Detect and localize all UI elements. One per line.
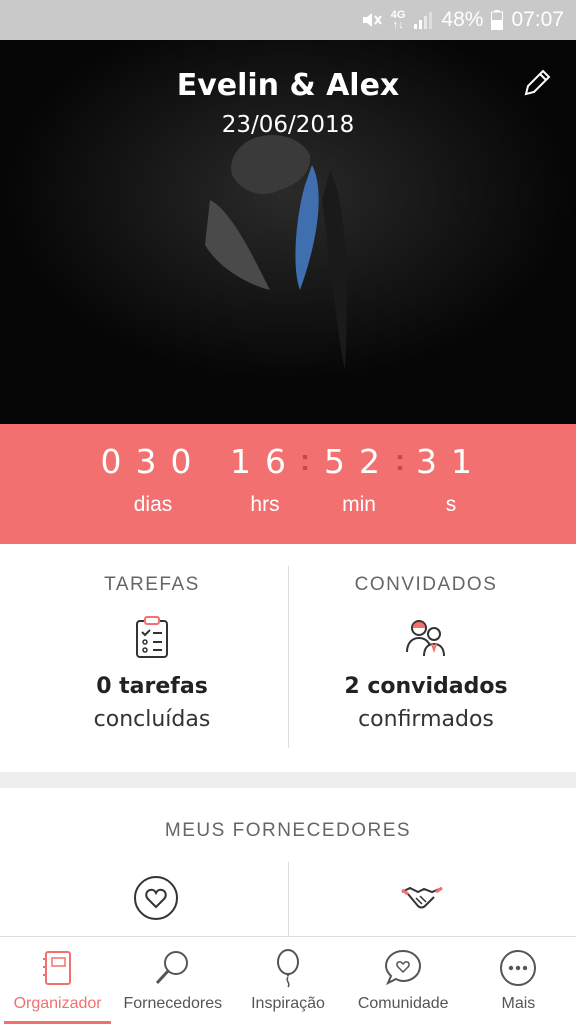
countdown-days: 030 dias (98, 442, 208, 517)
days-label: dias (133, 493, 173, 516)
handshake-icon[interactable] (398, 874, 446, 922)
countdown-hours: 16 hrs (228, 442, 302, 517)
battery-icon (491, 10, 504, 30)
nav-fornecedores[interactable]: Fornecedores (115, 937, 230, 1024)
heart-circle-icon[interactable] (132, 874, 180, 922)
minutes-value: 52 (324, 442, 394, 481)
balloon-icon (277, 949, 299, 988)
nav-inspiracao[interactable]: Inspiração (230, 937, 345, 1024)
pencil-icon (524, 69, 551, 96)
nav-label: Organizador (13, 995, 102, 1012)
countdown-banner: 030 dias 16 hrs : 52 min : 31 s (0, 424, 576, 544)
nav-label: Inspiração (251, 995, 325, 1012)
nav-label: Mais (501, 995, 536, 1012)
status-time: 07:07 (511, 8, 564, 31)
battery-percent: 48% (441, 8, 484, 31)
edit-button[interactable] (520, 66, 554, 100)
nav-mais[interactable]: Mais (461, 937, 576, 1024)
seconds-label: s (445, 493, 457, 516)
providers-divider (288, 862, 289, 936)
providers-section: MEUS FORNECEDORES (0, 788, 576, 936)
mute-icon (361, 10, 383, 30)
days-value: 030 (100, 442, 206, 481)
clipboard-checklist-icon (136, 616, 168, 658)
guests-couple-icon (406, 620, 445, 657)
guests-title: CONVIDADOS (354, 574, 498, 595)
tasks-card[interactable]: TAREFAS 0 tarefas concluídas (8, 544, 296, 772)
seconds-value: 31 (416, 442, 486, 481)
planner-book-icon (42, 951, 71, 985)
nav-label: Comunidade (357, 995, 449, 1012)
section-divider (0, 772, 576, 788)
minutes-label: min (342, 493, 376, 516)
nav-label: Fornecedores (123, 995, 223, 1012)
hero-cover-photo[interactable]: Evelin & Alex 23/06/2018 (0, 40, 576, 424)
network-type: 4G ↑↓ (391, 10, 406, 31)
summary-stats: TAREFAS 0 tarefas concluídas CONVIDADOS … (0, 544, 576, 772)
more-dots-icon (500, 950, 537, 986)
guests-card[interactable]: CONVIDADOS 2 convidados confirmados (282, 544, 570, 772)
couple-names: Evelin & Alex (176, 68, 400, 103)
guests-sub: confirmados (358, 707, 494, 732)
signal-icon (413, 10, 433, 30)
chat-heart-icon (385, 949, 422, 986)
bottom-nav: Organizador Fornecedores Inspiração Comu… (0, 936, 576, 1024)
countdown-minutes: 52 min (322, 442, 396, 517)
countdown-seconds: 31 s (416, 442, 486, 517)
nav-comunidade[interactable]: Comunidade (346, 937, 461, 1024)
hours-minutes-separator: : (300, 444, 310, 477)
nav-organizador[interactable]: Organizador (0, 937, 115, 1024)
network-arrows: ↑↓ (392, 19, 404, 31)
status-bar: 4G ↑↓ 48% 07:07 (0, 0, 576, 40)
tasks-value: 0 tarefas (96, 674, 208, 699)
tasks-sub: concluídas (93, 707, 211, 732)
tasks-title: TAREFAS (104, 574, 200, 595)
wedding-date: 23/06/2018 (221, 112, 355, 138)
hours-value: 16 (230, 442, 300, 481)
guests-value: 2 convidados (344, 674, 508, 699)
providers-title: MEUS FORNECEDORES (164, 820, 412, 841)
magnifier-icon (155, 951, 188, 985)
hours-label: hrs (250, 493, 280, 516)
minutes-seconds-separator: : (395, 444, 405, 477)
